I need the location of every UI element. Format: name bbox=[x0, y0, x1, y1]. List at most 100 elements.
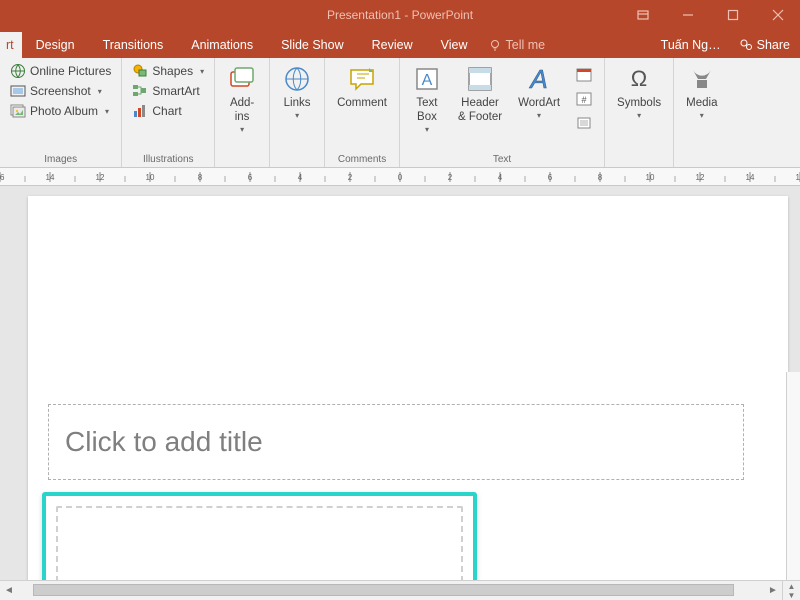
links-icon bbox=[282, 64, 312, 94]
photo-album-button[interactable]: Photo Album bbox=[6, 102, 115, 120]
svg-text:12: 12 bbox=[96, 173, 105, 182]
account-name[interactable]: Tuấn Ng… bbox=[653, 32, 729, 58]
tab-view[interactable]: View bbox=[427, 32, 482, 58]
tab-slide-show[interactable]: Slide Show bbox=[267, 32, 358, 58]
header-footer-button[interactable]: Header & Footer bbox=[452, 62, 508, 136]
symbols-icon: Ω bbox=[624, 64, 654, 94]
addins-button[interactable]: Add- ins bbox=[221, 62, 263, 136]
text-box-button[interactable]: A Text Box bbox=[406, 62, 448, 136]
object-button[interactable] bbox=[572, 114, 596, 132]
slide-number-icon: # bbox=[576, 91, 592, 107]
title-placeholder[interactable]: Click to add title bbox=[48, 404, 744, 480]
maximize-button[interactable] bbox=[710, 0, 755, 30]
header-footer-icon bbox=[465, 64, 495, 94]
online-pictures-button[interactable]: Online Pictures bbox=[6, 62, 115, 80]
text-box-inner bbox=[56, 506, 463, 580]
share-icon bbox=[739, 38, 753, 52]
comment-button[interactable]: Comment bbox=[331, 62, 393, 113]
smartart-icon bbox=[132, 83, 148, 99]
horizontal-ruler: 1614121086420246810121416 bbox=[0, 168, 800, 186]
scroll-corner[interactable]: ▲▼ bbox=[782, 580, 800, 600]
chart-icon bbox=[132, 103, 148, 119]
shapes-button[interactable]: Shapes bbox=[128, 62, 208, 80]
tab-animations[interactable]: Animations bbox=[177, 32, 267, 58]
scroll-left-button[interactable]: ◄ bbox=[0, 581, 18, 600]
svg-text:8: 8 bbox=[598, 173, 603, 182]
svg-text:0: 0 bbox=[398, 173, 403, 182]
horizontal-scrollbar[interactable]: ◄ ► bbox=[0, 580, 782, 600]
screenshot-icon bbox=[10, 83, 26, 99]
scroll-thumb[interactable] bbox=[33, 584, 734, 596]
wordart-icon: A bbox=[524, 64, 554, 94]
group-images: Online Pictures Screenshot Photo Album I… bbox=[0, 58, 122, 167]
tab-insert-active[interactable]: rt bbox=[0, 32, 22, 58]
wordart-button[interactable]: A WordArt bbox=[512, 62, 566, 136]
svg-text:Ω: Ω bbox=[631, 66, 647, 91]
group-label-illustrations: Illustrations bbox=[128, 152, 208, 165]
title-bar: Presentation1 - PowerPoint bbox=[0, 0, 800, 30]
links-button[interactable]: Links bbox=[276, 62, 318, 122]
window-buttons bbox=[620, 0, 800, 30]
group-label-comments: Comments bbox=[331, 152, 393, 165]
object-icon bbox=[576, 115, 592, 131]
group-label-text: Text bbox=[406, 152, 598, 165]
date-time-button[interactable] bbox=[572, 66, 596, 84]
close-button[interactable] bbox=[755, 0, 800, 30]
symbols-button[interactable]: Ω Symbols bbox=[611, 62, 667, 122]
svg-text:14: 14 bbox=[46, 173, 55, 182]
online-pictures-icon bbox=[10, 63, 26, 79]
text-box-drawing[interactable] bbox=[42, 492, 477, 580]
chart-button[interactable]: Chart bbox=[128, 102, 208, 120]
svg-text:10: 10 bbox=[146, 173, 155, 182]
text-box-icon: A bbox=[412, 64, 442, 94]
group-symbols: Ω Symbols bbox=[605, 58, 674, 167]
date-time-icon bbox=[576, 67, 592, 83]
photo-album-icon bbox=[10, 103, 26, 119]
svg-text:4: 4 bbox=[298, 173, 303, 182]
slide-canvas[interactable]: Click to add title bbox=[0, 186, 800, 580]
ribbon-display-icon[interactable] bbox=[620, 0, 665, 30]
svg-text:A: A bbox=[528, 64, 547, 94]
tell-me-search[interactable]: Tell me bbox=[488, 32, 546, 58]
svg-text:A: A bbox=[422, 72, 433, 89]
comment-icon bbox=[347, 64, 377, 94]
minimize-button[interactable] bbox=[665, 0, 710, 30]
lightbulb-icon bbox=[488, 38, 502, 52]
smartart-button[interactable]: SmartArt bbox=[128, 82, 208, 100]
media-button[interactable]: Media bbox=[680, 62, 723, 122]
media-icon bbox=[687, 64, 717, 94]
group-illustrations: Shapes SmartArt Chart Illustrations bbox=[122, 58, 215, 167]
tab-transitions[interactable]: Transitions bbox=[89, 32, 178, 58]
scroll-track[interactable] bbox=[18, 581, 764, 600]
scroll-right-button[interactable]: ► bbox=[764, 581, 782, 600]
addins-icon bbox=[227, 64, 257, 94]
vertical-scroll-edge bbox=[786, 372, 800, 580]
slide-number-button[interactable]: # bbox=[572, 90, 596, 108]
group-addins: Add- ins bbox=[215, 58, 270, 167]
group-comments: Comment Comments bbox=[325, 58, 400, 167]
svg-text:12: 12 bbox=[696, 173, 705, 182]
shapes-icon bbox=[132, 63, 148, 79]
svg-text:16: 16 bbox=[796, 173, 800, 182]
title-placeholder-text: Click to add title bbox=[65, 426, 263, 458]
svg-text:#: # bbox=[582, 95, 587, 105]
ribbon-tabs: rt Design Transitions Animations Slide S… bbox=[0, 30, 800, 58]
ribbon: Online Pictures Screenshot Photo Album I… bbox=[0, 58, 800, 168]
tab-design[interactable]: Design bbox=[22, 32, 89, 58]
group-media: Media bbox=[674, 58, 729, 167]
svg-text:6: 6 bbox=[248, 173, 253, 182]
group-text: A Text Box Header & Footer A WordArt # T… bbox=[400, 58, 605, 167]
window-title: Presentation1 - PowerPoint bbox=[327, 8, 473, 22]
share-button[interactable]: Share bbox=[729, 32, 800, 58]
svg-text:2: 2 bbox=[448, 173, 453, 182]
svg-text:16: 16 bbox=[0, 173, 5, 182]
group-label-images: Images bbox=[6, 152, 115, 165]
svg-text:8: 8 bbox=[198, 173, 203, 182]
svg-text:4: 4 bbox=[498, 173, 503, 182]
svg-text:6: 6 bbox=[548, 173, 553, 182]
tab-review[interactable]: Review bbox=[358, 32, 427, 58]
group-links: Links bbox=[270, 58, 325, 167]
svg-text:14: 14 bbox=[746, 173, 755, 182]
svg-text:2: 2 bbox=[348, 173, 353, 182]
screenshot-button[interactable]: Screenshot bbox=[6, 82, 115, 100]
